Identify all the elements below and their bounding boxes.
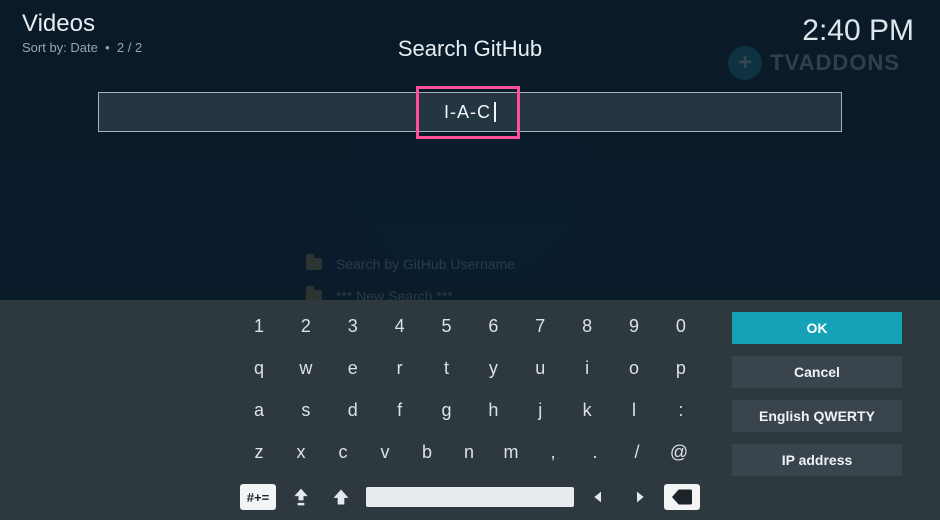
key-1[interactable]: 1 [240,310,278,342]
key-7[interactable]: 7 [521,310,559,342]
keyboard-bottom-row: #+= [240,484,700,510]
key-2[interactable]: 2 [287,310,325,342]
screen: + TVADDONS Videos Sort by: Date • 2 / 2 … [0,0,940,520]
backspace-icon [672,489,692,505]
key-row-3: z x c v b n m , . / @ [240,436,700,468]
key-j[interactable]: j [521,394,559,426]
arrow-left-icon [591,489,607,505]
key-b[interactable]: b [408,436,446,468]
keyboard-side-buttons: OK Cancel English QWERTY IP address [732,312,902,476]
folder-icon [306,258,322,270]
shift-key[interactable] [326,484,356,510]
search-input-value: I-A-C [444,102,491,123]
key-l[interactable]: l [615,394,653,426]
key-r[interactable]: r [381,352,419,384]
search-input[interactable]: I-A-C [98,92,842,132]
key-e[interactable]: e [334,352,372,384]
key-period[interactable]: . [576,436,614,468]
key-k[interactable]: k [568,394,606,426]
key-u[interactable]: u [521,352,559,384]
cursor-icon [494,102,496,122]
key-slash[interactable]: / [618,436,656,468]
key-h[interactable]: h [474,394,512,426]
key-n[interactable]: n [450,436,488,468]
key-at[interactable]: @ [660,436,698,468]
shift-icon [331,487,351,507]
key-5[interactable]: 5 [428,310,466,342]
key-w[interactable]: w [287,352,325,384]
key-8[interactable]: 8 [568,310,606,342]
ip-address-button[interactable]: IP address [732,444,902,476]
key-g[interactable]: g [428,394,466,426]
symbols-key-label: #+= [247,490,269,505]
symbols-key[interactable]: #+= [240,484,276,510]
key-x[interactable]: x [282,436,320,468]
key-9[interactable]: 9 [615,310,653,342]
key-s[interactable]: s [287,394,325,426]
bg-menu-item: Search by GitHub Username [336,256,515,272]
capslock-key[interactable] [286,484,316,510]
key-c[interactable]: c [324,436,362,468]
spacebar-key[interactable] [366,487,574,507]
capslock-icon [291,487,311,507]
keyboard-grid: 1 2 3 4 5 6 7 8 9 0 q w e r t y u i o [240,310,700,478]
key-3[interactable]: 3 [334,310,372,342]
ok-button[interactable]: OK [732,312,902,344]
key-6[interactable]: 6 [474,310,512,342]
dialog-title: Search GitHub [0,36,940,62]
key-o[interactable]: o [615,352,653,384]
key-a[interactable]: a [240,394,278,426]
cancel-button[interactable]: Cancel [732,356,902,388]
key-d[interactable]: d [334,394,372,426]
key-i[interactable]: i [568,352,606,384]
backspace-key[interactable] [664,484,700,510]
arrow-left-key[interactable] [584,484,614,510]
key-q[interactable]: q [240,352,278,384]
key-row-numbers: 1 2 3 4 5 6 7 8 9 0 [240,310,700,342]
key-0[interactable]: 0 [662,310,700,342]
key-comma[interactable]: , [534,436,572,468]
key-m[interactable]: m [492,436,530,468]
key-p[interactable]: p [662,352,700,384]
key-y[interactable]: y [474,352,512,384]
key-z[interactable]: z [240,436,278,468]
page-title: Videos [22,10,142,38]
key-row-1: q w e r t y u i o p [240,352,700,384]
arrow-right-icon [631,489,647,505]
key-f[interactable]: f [381,394,419,426]
key-v[interactable]: v [366,436,404,468]
arrow-right-key[interactable] [624,484,654,510]
key-colon[interactable]: : [662,394,700,426]
key-4[interactable]: 4 [381,310,419,342]
layout-button[interactable]: English QWERTY [732,400,902,432]
key-t[interactable]: t [428,352,466,384]
keyboard-panel: 1 2 3 4 5 6 7 8 9 0 q w e r t y u i o [0,300,940,520]
key-row-2: a s d f g h j k l : [240,394,700,426]
